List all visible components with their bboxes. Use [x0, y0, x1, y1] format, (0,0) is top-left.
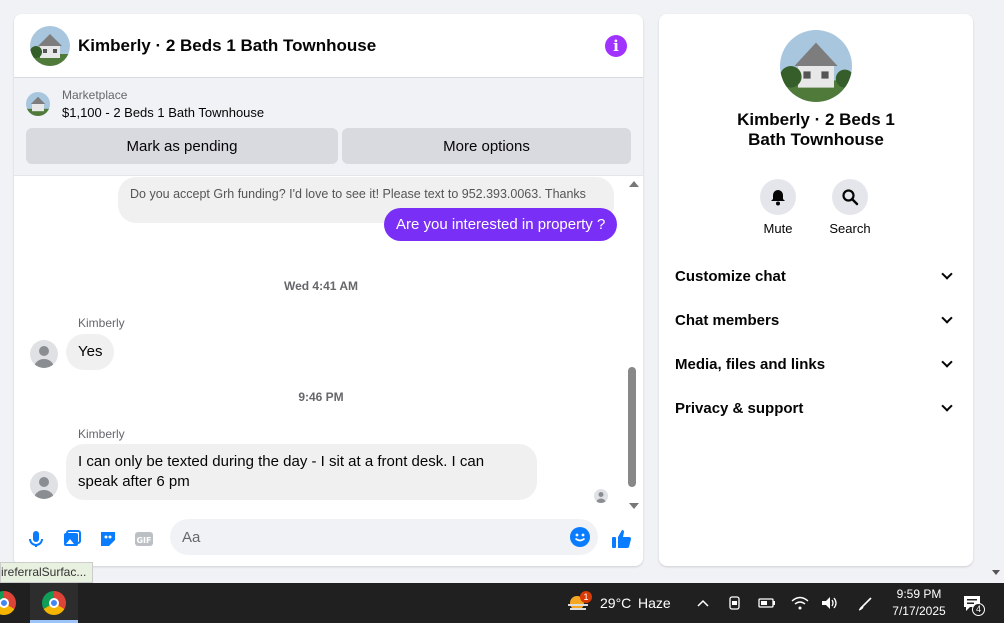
clock-date: 7/17/2025: [892, 604, 946, 618]
section-label: Chat members: [675, 311, 780, 329]
info-panel-title: Kimberly · 2 Beds 1 Bath Townhouse: [737, 110, 895, 149]
message-timestamp: 9:46 PM: [298, 390, 344, 404]
gif-icon[interactable]: GIF: [134, 529, 154, 549]
chrome-profile-taskbar-icon[interactable]: [30, 583, 78, 623]
messages-scrollbar[interactable]: [626, 177, 640, 509]
contact-avatar-large[interactable]: [780, 30, 852, 102]
marketplace-label: Marketplace: [62, 88, 128, 102]
svg-text:GIF: GIF: [136, 536, 151, 545]
sticker-icon[interactable]: [98, 529, 118, 549]
mute-label: Mute: [763, 221, 793, 236]
clock-time: 9:59 PM: [896, 587, 942, 601]
scroll-up-arrow[interactable]: [629, 181, 639, 187]
notification-icon[interactable]: 4: [960, 583, 985, 623]
message-input[interactable]: Aa: [170, 519, 598, 555]
scroll-thumb[interactable]: [628, 367, 636, 487]
message-list: Do you accept Grh funding? I'd love to s…: [14, 177, 628, 507]
chat-title[interactable]: Kimberly · 2 Beds 1 Bath Townhouse: [78, 36, 605, 56]
read-receipt-avatar: [594, 489, 608, 503]
listing-thumbnail[interactable]: [26, 92, 50, 116]
emoji-icon[interactable]: [570, 527, 590, 547]
mark-pending-button[interactable]: Mark as pending: [26, 128, 338, 164]
search-action[interactable]: Search: [820, 179, 880, 236]
weather-condition[interactable]: Haze: [638, 583, 671, 623]
taskbar: 1 29°C Haze 9:59 PM 7/17/2025 4: [0, 583, 1004, 623]
section-media-files-links[interactable]: Media, files and links: [675, 352, 957, 376]
wifi-icon[interactable]: [790, 583, 810, 623]
section-customize-chat[interactable]: Customize chat: [675, 264, 957, 288]
status-url-tooltip: ireferralSurfac...: [0, 562, 94, 583]
weather-temp[interactable]: 29°C: [600, 583, 631, 623]
thumbs-up-icon[interactable]: [610, 527, 634, 551]
bell-icon[interactable]: [760, 179, 796, 215]
scroll-down-arrow[interactable]: [629, 503, 639, 509]
mute-action[interactable]: Mute: [748, 179, 808, 236]
message-composer: GIF Aa: [14, 519, 643, 559]
chat-panel: Kimberly · 2 Beds 1 Bath Townhouse i Mar…: [14, 14, 643, 566]
search-icon[interactable]: [832, 179, 868, 215]
photo-icon[interactable]: [62, 529, 82, 549]
chevron-up-icon[interactable]: [694, 583, 712, 623]
sender-name: Kimberly: [78, 316, 125, 330]
chrome-taskbar-icon[interactable]: [0, 583, 18, 623]
listing-title[interactable]: $1,100 - 2 Beds 1 Bath Townhouse: [62, 105, 264, 120]
message-bubble-received: Yes: [66, 334, 115, 370]
conversation-info-panel: Kimberly · 2 Beds 1 Bath Townhouse Mute …: [659, 14, 973, 566]
chevron-down-icon: [941, 312, 953, 324]
section-label: Media, files and links: [675, 355, 826, 373]
battery-icon[interactable]: [758, 583, 776, 623]
microphone-icon[interactable]: [26, 529, 46, 549]
contact-avatar[interactable]: [30, 25, 70, 66]
message-bubble-received: I can only be texted during the day - I …: [66, 444, 537, 500]
chevron-down-icon: [941, 400, 953, 412]
page-scroll-down-arrow[interactable]: [992, 570, 1000, 575]
notification-count: 4: [972, 603, 985, 616]
message-input-placeholder: Aa: [182, 528, 201, 546]
message-timestamp: Wed 4:41 AM: [283, 279, 358, 293]
sender-avatar[interactable]: [30, 471, 58, 499]
info-icon[interactable]: i: [605, 34, 627, 57]
message-bubble-sent: Are you interested in property ?: [384, 208, 618, 241]
chevron-down-icon: [941, 356, 953, 368]
volume-icon[interactable]: [820, 583, 840, 623]
sender-name: Kimberly: [78, 427, 125, 441]
section-label: Privacy & support: [675, 399, 804, 417]
weather-badge: 1: [580, 591, 592, 603]
marketplace-bar: Marketplace $1,100 - 2 Beds 1 Bath Townh…: [14, 78, 643, 176]
meet-now-icon[interactable]: [726, 583, 744, 623]
chevron-down-icon: [941, 268, 953, 280]
pen-icon[interactable]: [856, 583, 876, 623]
chat-header: Kimberly · 2 Beds 1 Bath Townhouse i: [14, 14, 643, 78]
system-clock[interactable]: 9:59 PM 7/17/2025: [880, 586, 958, 620]
section-privacy-support[interactable]: Privacy & support: [675, 396, 957, 420]
weather-icon[interactable]: 1: [566, 583, 592, 623]
more-options-button[interactable]: More options: [342, 128, 631, 164]
sender-avatar[interactable]: [30, 340, 58, 368]
search-label: Search: [829, 221, 871, 236]
section-label: Customize chat: [675, 267, 786, 285]
section-chat-members[interactable]: Chat members: [675, 308, 957, 332]
